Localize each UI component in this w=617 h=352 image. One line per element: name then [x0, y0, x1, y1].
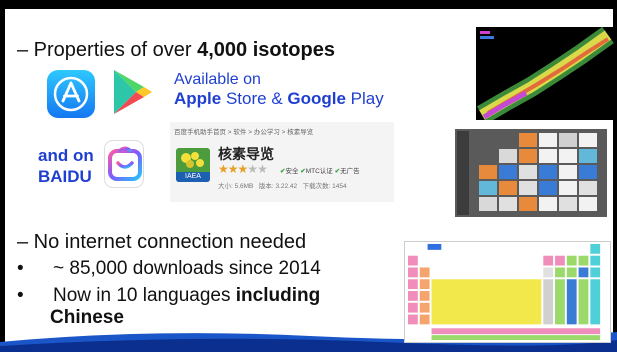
nuclide-chart-screenshot [476, 27, 615, 120]
star-icon: ★ [218, 162, 229, 176]
baidu-name-text: BAIDU [38, 167, 92, 186]
available-on-text: Available on [174, 71, 261, 88]
isotopes-heading-bold: 4,000 isotopes [197, 39, 335, 61]
app-version: 版本: 3.22.42 [258, 183, 298, 190]
baidu-label: and on BAIDU [38, 145, 94, 187]
periodic-table-screenshot [404, 241, 611, 343]
store-middle-text: Store & [221, 89, 288, 108]
badge-safe: 安全 [285, 168, 299, 175]
bullet-icon: • [17, 258, 24, 279]
half-star-icon: ★ [237, 162, 249, 176]
isotopes-heading: – Properties of over 4,000 isotopes [17, 38, 335, 62]
empty-star-icon: ★ [257, 162, 268, 176]
star-icon: ★ [227, 162, 239, 176]
baidu-app-store-icon[interactable] [104, 140, 144, 188]
bullet-icon: • [17, 285, 24, 306]
app-store-icon[interactable] [47, 70, 95, 118]
security-badges: ✔安全 ✔MTC认证 ✔无广告 [280, 165, 360, 175]
badge-no-ads: 无广告 [340, 168, 360, 175]
rating-stars: ★★★★★ [218, 162, 268, 176]
app-meta: 大小: 5.6MB 版本: 3.22.42 下载次数: 1454 [218, 180, 347, 190]
left-border [0, 0, 5, 352]
top-border [0, 0, 617, 9]
languages-including: including [235, 285, 321, 306]
play-text: Play [345, 89, 384, 108]
languages-point: Now in 10 languages including [53, 285, 320, 307]
app-size: 大小: 5.6MB [218, 183, 254, 190]
empty-star-icon: ★ [247, 162, 258, 176]
app-title: 核素导览 [218, 146, 274, 162]
app-downloads: 下载次数: 1454 [302, 183, 347, 190]
baidu-app-card[interactable]: 百度手机助手首页 > 软件 > 办公学习 > 核素导览 IAEA 核素导览 ★★… [170, 122, 394, 202]
downloads-point: ~ 85,000 downloads since 2014 [53, 258, 321, 279]
internet-point: – No internet connection needed [17, 231, 307, 253]
iaea-label: IAEA [176, 172, 210, 182]
nucleus-app-icon: IAEA [176, 148, 210, 182]
breadcrumb: 百度手机助手首页 > 软件 > 办公学习 > 核素导览 [174, 129, 314, 136]
apple-text: Apple [174, 89, 222, 108]
isotope-grid-screenshot [455, 129, 607, 217]
and-on-text: and on [38, 146, 94, 165]
isotopes-heading-prefix: – Properties of over [17, 39, 198, 61]
languages-prefix: Now in 10 languages [53, 285, 236, 306]
store-availability: Available on Apple Store & Google Play [174, 70, 384, 108]
badge-mtc: MTC认证 [305, 168, 333, 175]
languages-chinese: Chinese [50, 307, 124, 328]
google-text: Google [287, 89, 346, 108]
google-play-icon[interactable] [110, 67, 154, 117]
